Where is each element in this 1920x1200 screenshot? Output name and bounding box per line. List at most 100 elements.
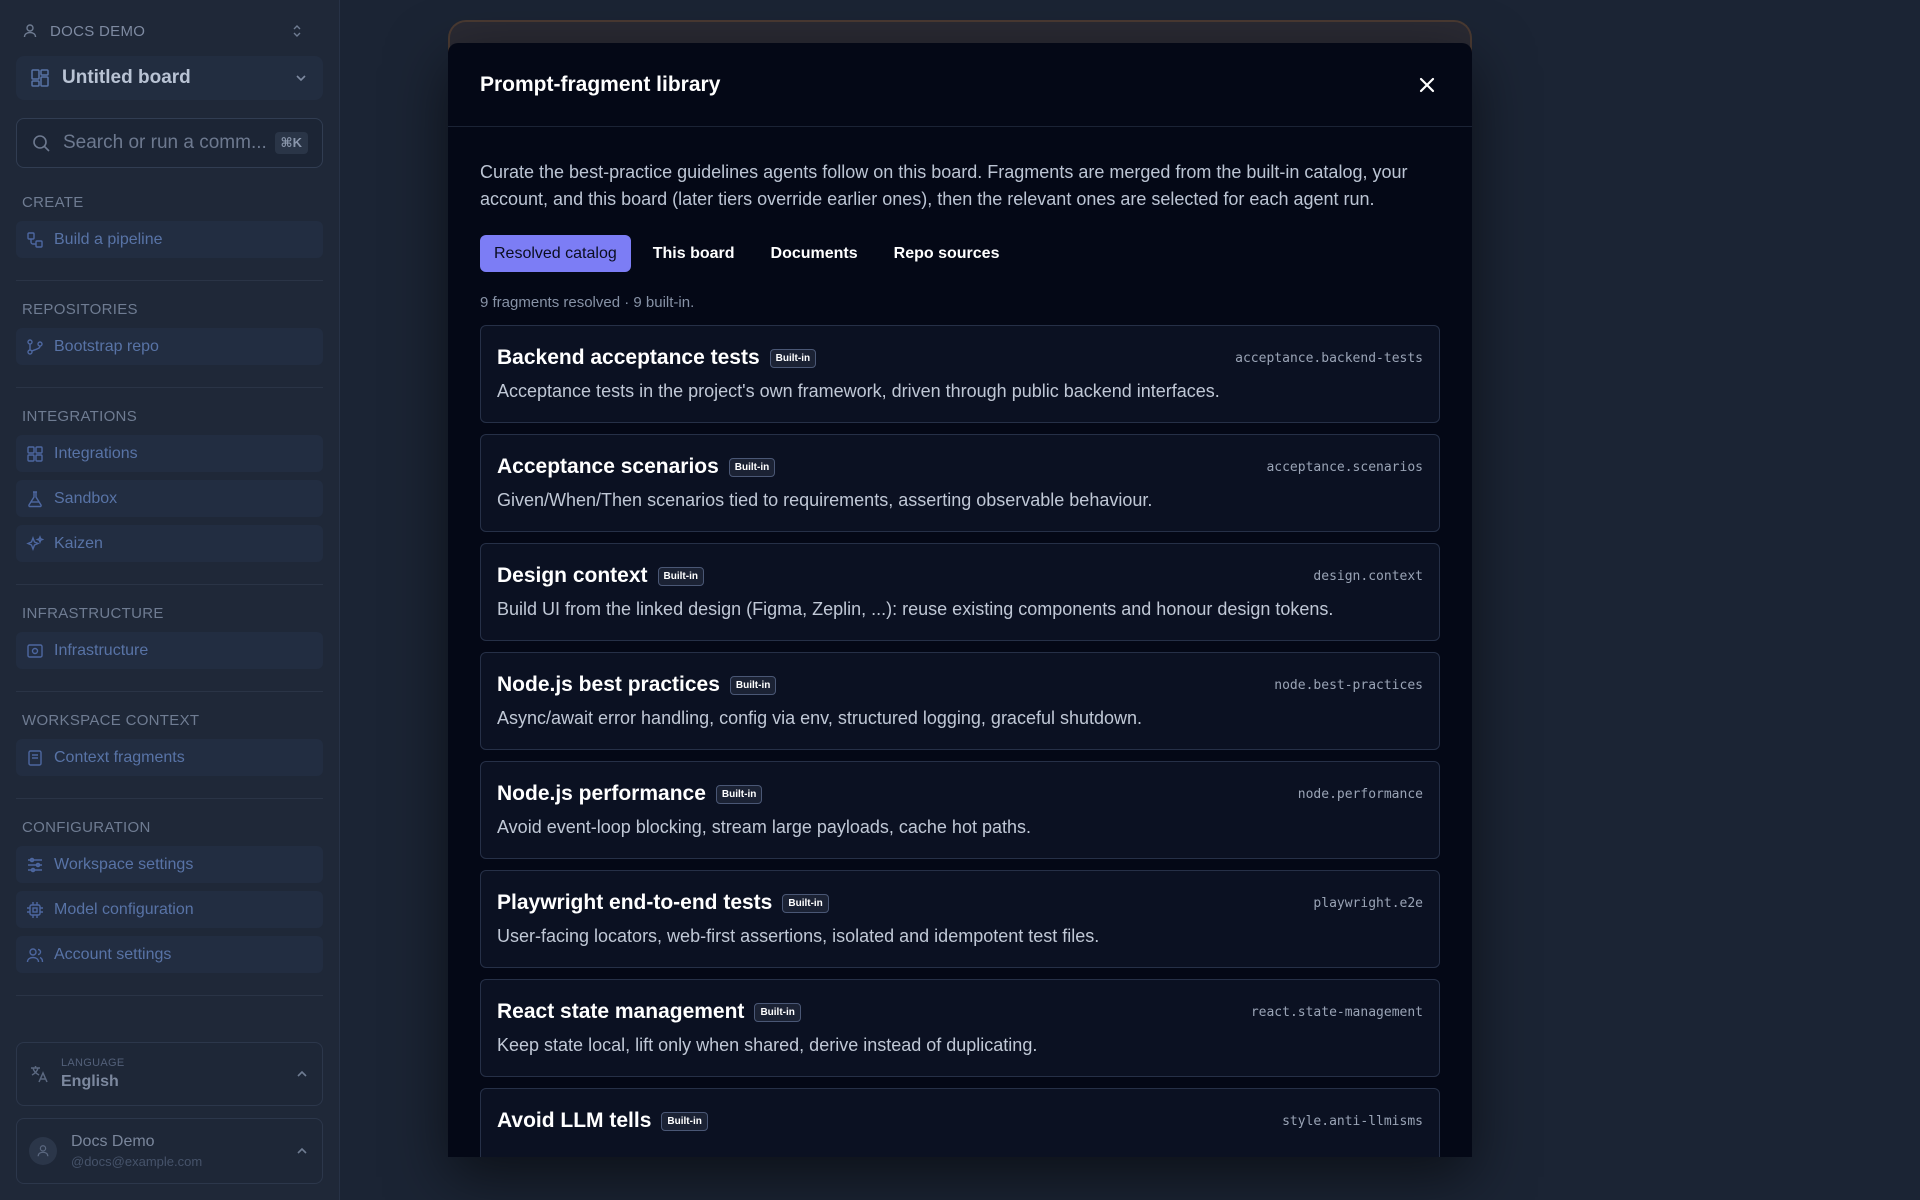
nav-section: Integrations Integrations Sandbox Kaizen (16, 388, 323, 585)
fragment-card[interactable]: Acceptance scenarios Built-in acceptance.s… (480, 434, 1440, 532)
nav-section-title: Infrastructure (22, 605, 164, 622)
nav-section-title: Repositories (22, 301, 138, 318)
nav-section: Configuration Workspace settings Model con… (16, 799, 323, 996)
search-placeholder: Search or run a comm... (63, 132, 267, 153)
fragment-card[interactable]: Backend acceptance tests Built-in acceptan… (480, 325, 1440, 423)
sidebar-item-label: Context fragments (54, 748, 185, 766)
fragment-key: style.anti-llmisms (1282, 1113, 1423, 1129)
sidebar-item-build-a-pipeline[interactable]: Build a pipeline (16, 221, 323, 258)
sidebar-item-label: Kaizen (54, 534, 103, 552)
tab-repo-sources[interactable]: Repo sources (880, 235, 1014, 272)
fragment-header: Acceptance scenarios Built-in acceptance.s… (497, 453, 1423, 481)
sidebar-item-label: Model configuration (54, 900, 194, 918)
fragment-title: React state management (497, 1000, 745, 1023)
sliders-icon (28, 857, 42, 872)
sidebar-item-label: Infrastructure (54, 641, 149, 659)
fragment-description: Avoid event-loop blocking, stream large … (497, 817, 1031, 837)
board-grid-icon (31, 69, 49, 87)
fragment-card[interactable]: Playwright end-to-end tests Built-in playw… (480, 870, 1440, 968)
fragment-key: design.context (1313, 568, 1423, 584)
language-selector[interactable]: Language English (16, 1042, 323, 1106)
user-menu[interactable]: Docs Demo @docs@example.com (16, 1118, 323, 1184)
built-in-badge: Built-in (782, 893, 829, 913)
fragment-title: Acceptance scenarios (497, 455, 719, 478)
tab-bar: Resolved catalog This board Documents Re… (480, 235, 1440, 272)
language-label: Language (61, 1057, 125, 1069)
chevron-up-down-icon (293, 25, 301, 37)
fragment-key: react.state-management (1250, 1004, 1423, 1020)
built-in-badge: Built-in (729, 675, 777, 695)
git-branch-icon (27, 338, 43, 355)
fragment-title: Playwright end-to-end tests (497, 891, 773, 914)
fragment-header: Playwright end-to-end tests Built-in playw… (497, 889, 1423, 917)
fragment-header: Backend acceptance tests Built-in acceptan… (497, 344, 1423, 372)
fragment-header: Node.js performance Built-in node.performa… (497, 780, 1423, 808)
command-search-input[interactable]: Search or run a comm... ⌘K (16, 118, 323, 168)
fragment-card[interactable]: Avoid LLM tells Built-in style.anti-llmism… (480, 1088, 1440, 1157)
fragment-description: Given/When/Then scenarios tied to requir… (497, 490, 1153, 510)
sidebar: Docs demo Untitled board Search or run a… (0, 0, 340, 1200)
tab-this-board[interactable]: This board (639, 235, 749, 272)
sidebar-item-account-settings[interactable]: Account settings (16, 936, 323, 973)
fragment-card[interactable]: React state management Built-in react.stat… (480, 979, 1440, 1077)
fragment-header: Avoid LLM tells Built-in style.anti-llmism… (497, 1107, 1423, 1135)
fragment-description: Acceptance tests in the project's own fr… (497, 381, 1220, 401)
fragment-count: 9 fragments resolved · 9 built-in. (480, 294, 695, 311)
board-selector[interactable]: Untitled board (16, 56, 323, 100)
sparkles-icon (26, 534, 44, 551)
fragment-card[interactable]: Design context Built-in design.context Buil… (480, 543, 1440, 641)
fragment-description: User-facing locators, web-first assertio… (497, 926, 1100, 946)
built-in-badge: Built-in (657, 566, 704, 586)
fragment-title: Node.js performance (497, 782, 706, 805)
dialog-intro: Curate the best-practice guidelines agen… (480, 162, 1408, 209)
sidebar-item-context-fragments[interactable]: Context fragments (16, 739, 323, 776)
user-icon (23, 24, 37, 38)
chevron-down-icon (296, 75, 306, 82)
built-in-badge: Built-in (769, 348, 817, 368)
dialog-header: Prompt-fragment library (448, 43, 1472, 127)
fragment-header: React state management Built-in react.stat… (497, 998, 1423, 1026)
built-in-badge: Built-in (728, 457, 776, 477)
fragment-description: Build UI from the linked design (Figma, … (497, 599, 1334, 619)
prompt-fragment-dialog: Prompt-fragment library Curate the best-… (448, 43, 1472, 1157)
fragment-key: acceptance.backend-tests (1235, 350, 1423, 366)
nav-section-title: Create (22, 194, 84, 211)
sidebar-item-label: Sandbox (54, 489, 118, 507)
sidebar-item-infrastructure[interactable]: Infrastructure (16, 632, 323, 669)
puzzle-grid-icon (27, 445, 43, 462)
sidebar-item-bootstrap-repo[interactable]: Bootstrap repo (16, 328, 323, 365)
sidebar-item-label: Bootstrap repo (54, 337, 159, 355)
fragment-header: Node.js best practices Built-in node.best-… (497, 671, 1423, 699)
chevron-up-icon (297, 1070, 307, 1077)
sidebar-item-kaizen[interactable]: Kaizen (16, 525, 323, 562)
nav-section-title: Configuration (22, 819, 151, 836)
shortcut-hint: ⌘K (274, 132, 308, 154)
fragment-card[interactable]: Node.js performance Built-in node.performa… (480, 761, 1440, 859)
server-icon (27, 643, 43, 658)
tab-resolved-catalog[interactable]: Resolved catalog (480, 235, 631, 272)
chevron-up-icon (297, 1147, 307, 1154)
sidebar-item-integrations[interactable]: Integrations (16, 435, 323, 472)
user-icon (37, 1145, 49, 1157)
built-in-badge: Built-in (754, 1002, 801, 1022)
fragment-list: Backend acceptance tests Built-in acceptan… (480, 325, 1440, 1157)
fragment-card[interactable]: Node.js best practices Built-in node.best-… (480, 652, 1440, 750)
close-button[interactable] (1414, 72, 1440, 98)
close-icon (1419, 77, 1435, 92)
nav-section: Workspace context Context fragments (16, 692, 323, 799)
user-name: Docs Demo (71, 1133, 155, 1150)
workspace-switcher[interactable]: Docs demo (16, 0, 323, 62)
sidebar-item-model-configuration[interactable]: Model configuration (16, 891, 323, 928)
tab-documents[interactable]: Documents (757, 235, 872, 272)
book-icon (28, 749, 42, 766)
nav-section: Create Build a pipeline (16, 194, 323, 281)
sidebar-item-workspace-settings[interactable]: Workspace settings (16, 846, 323, 883)
sidebar-item-sandbox[interactable]: Sandbox (16, 480, 323, 517)
nav-section: Infrastructure Infrastructure (16, 585, 323, 692)
board-name: Untitled board (62, 67, 191, 88)
workspace-name: Docs demo (50, 22, 146, 40)
fragment-header: Design context Built-in design.context (497, 562, 1423, 590)
built-in-badge: Built-in (661, 1111, 708, 1131)
fragment-title: Avoid LLM tells (497, 1109, 652, 1132)
nav-section-title: Integrations (22, 408, 137, 425)
